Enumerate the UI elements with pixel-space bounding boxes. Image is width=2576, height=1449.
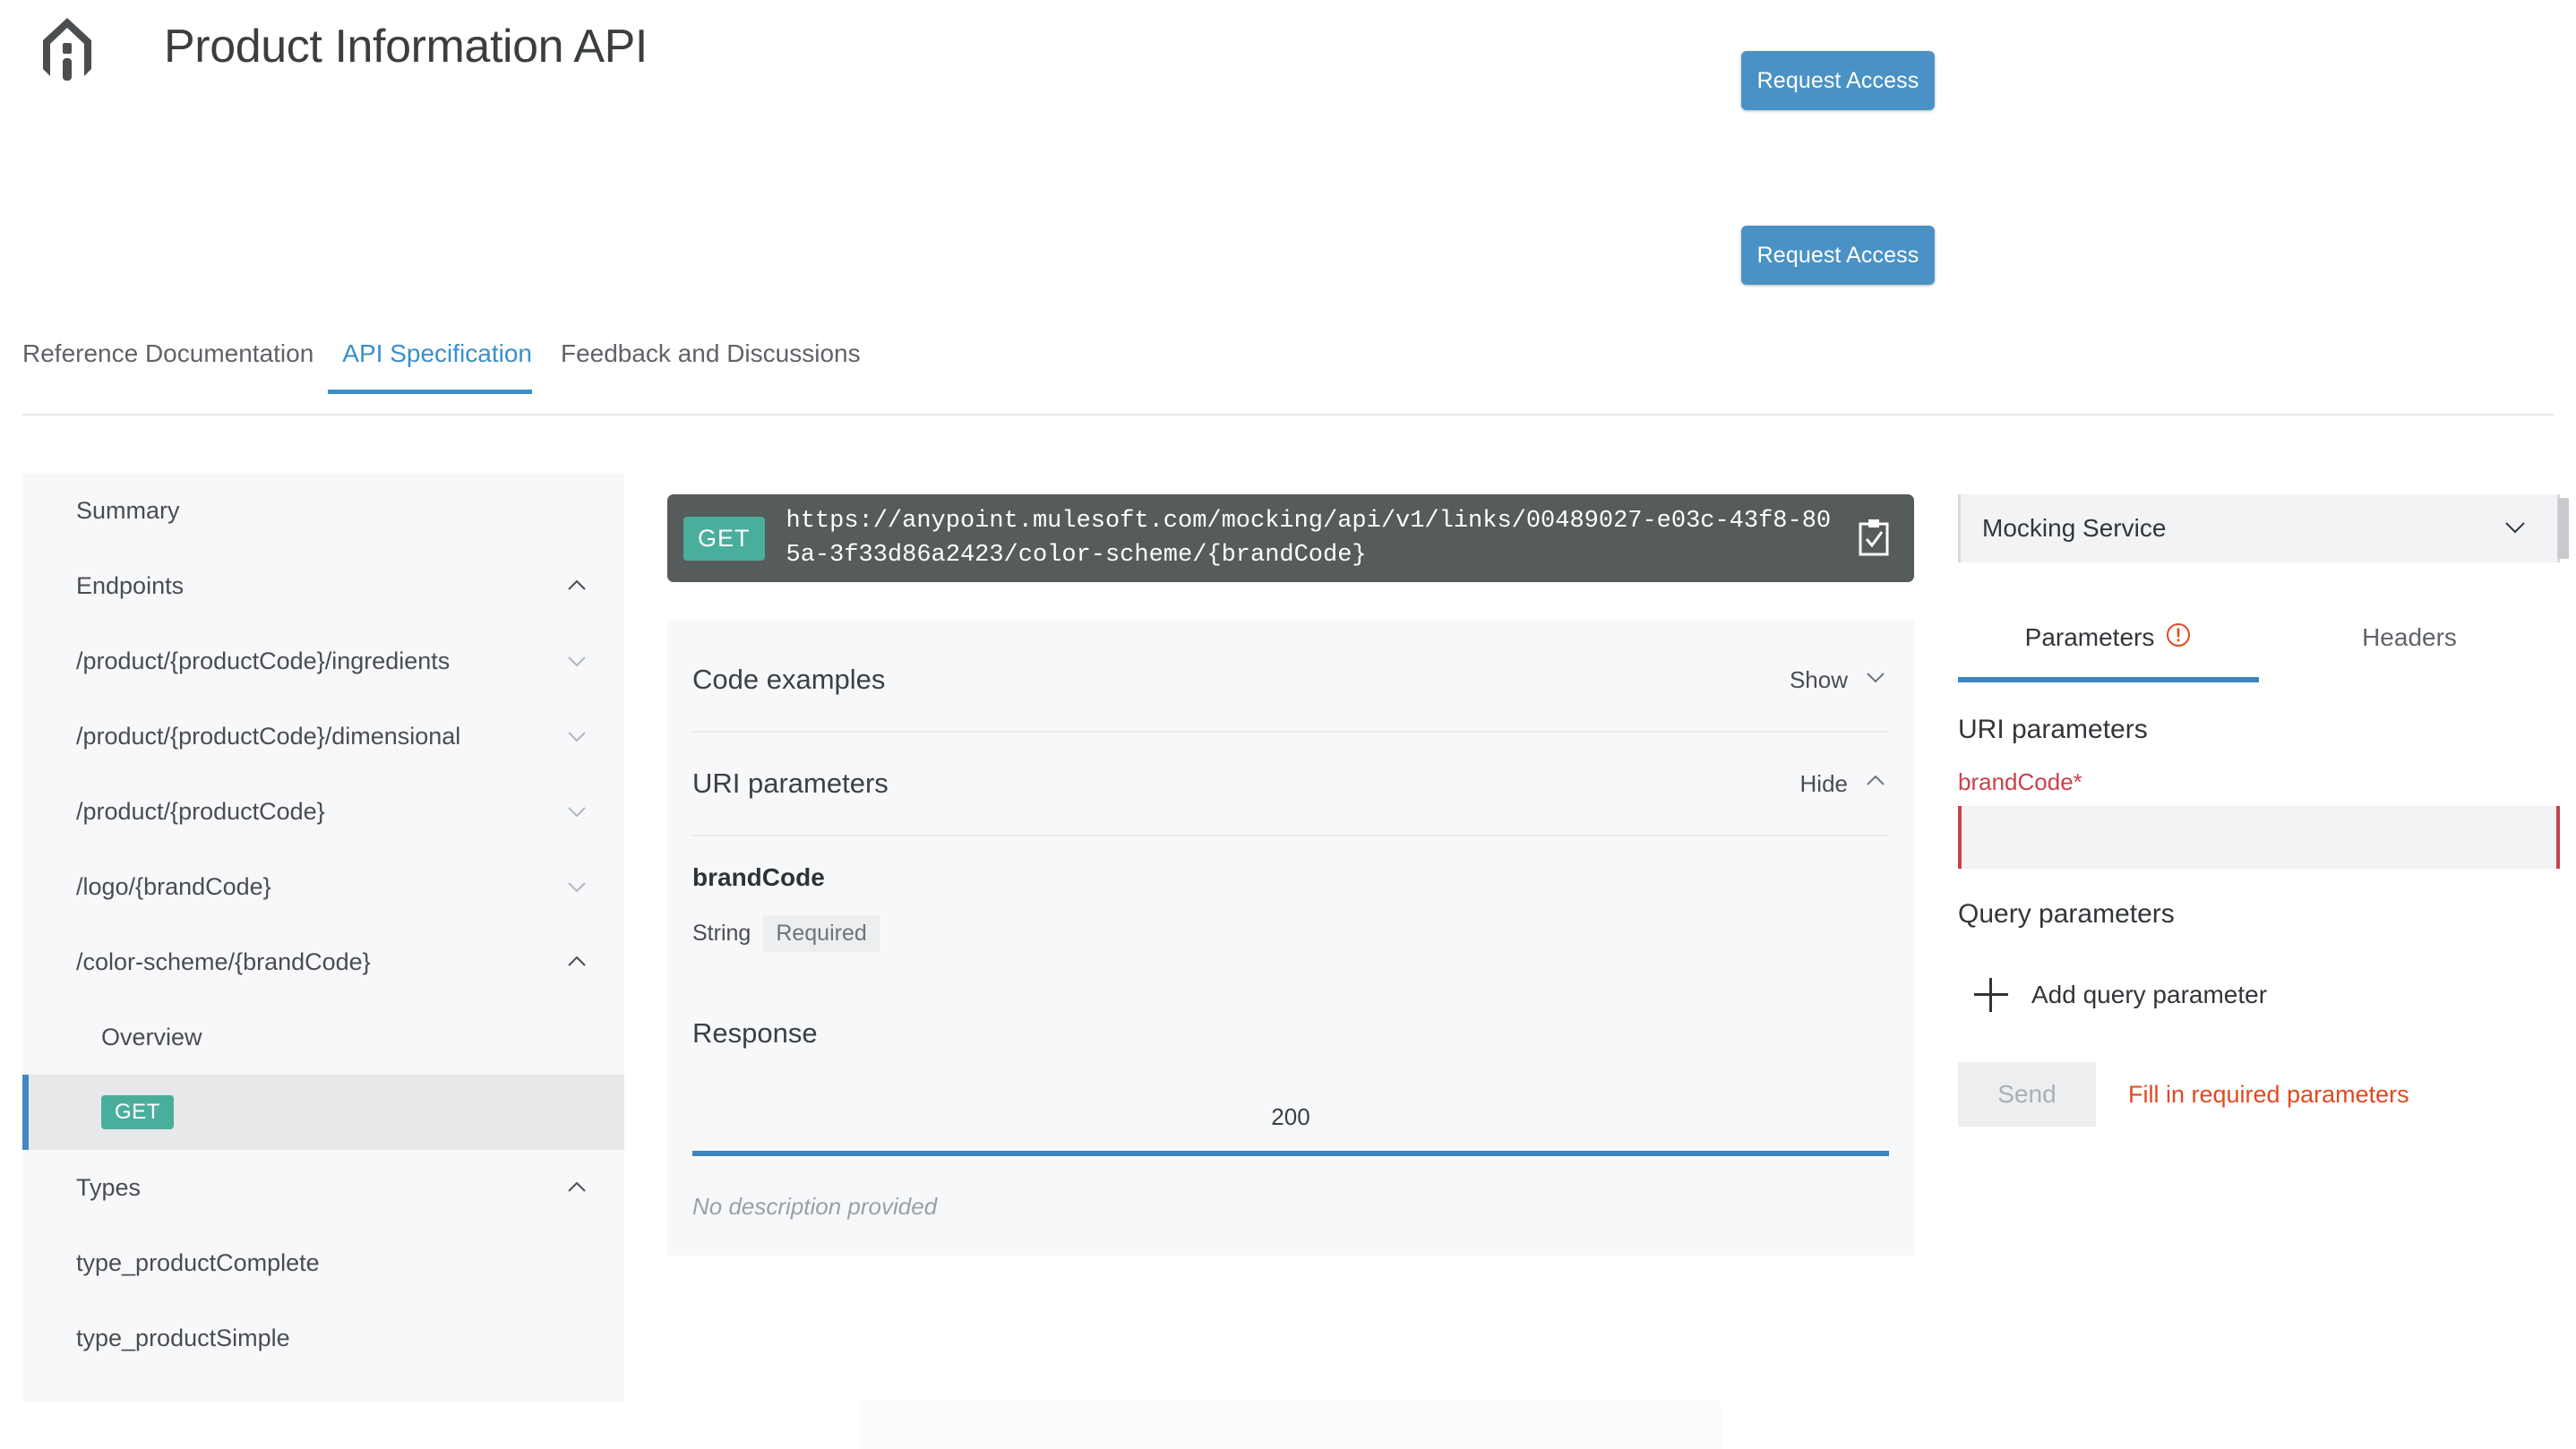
console-tabs: Parameters Headers — [1958, 609, 2560, 682]
uri-parameters-section-header[interactable]: URI parameters Hide — [692, 733, 1889, 836]
console-uri-parameters-heading: URI parameters — [1958, 715, 2148, 744]
sidebar-item-label: type_productComplete — [76, 1248, 320, 1276]
chevron-down-icon — [563, 723, 590, 750]
sidebar-item-color-scheme[interactable]: /color-scheme/{brandCode} — [22, 924, 624, 999]
uri-parameters-toggle-label: Hide — [1799, 769, 1848, 797]
page-title: Product Information API — [164, 21, 648, 73]
response-description: No description provided — [692, 1193, 938, 1220]
endpoint-detail-panel: GET https://anypoint.mulesoft.com/mockin… — [667, 494, 1914, 1449]
parameter-meta: String Required — [692, 915, 880, 952]
sidebar-item-label: /product/{productCode} — [76, 797, 325, 825]
brandcode-input[interactable] — [1958, 806, 2560, 869]
brandcode-field-label: brandCode* — [1958, 768, 2082, 795]
parameter-required-badge: Required — [763, 915, 880, 952]
request-access-button-primary[interactable]: Request Access — [1741, 51, 1935, 110]
tab-headers-label: Headers — [2362, 623, 2457, 651]
sidebar-item-types[interactable]: Types — [22, 1150, 624, 1225]
method-badge-get: GET — [101, 1095, 174, 1129]
chevron-down-icon — [563, 873, 590, 900]
code-examples-title: Code examples — [692, 664, 886, 695]
sidebar-item-type-product-complete[interactable]: type_productComplete — [22, 1225, 624, 1300]
sidebar-item-type-product-simple[interactable]: type_productSimple — [22, 1300, 624, 1376]
send-request-row: Send Fill in required parameters — [1958, 1062, 2409, 1127]
exclamation-circle-icon — [2165, 622, 2192, 655]
plus-icon — [1974, 978, 2008, 1012]
sidebar-item-label: Endpoints — [76, 571, 185, 599]
chevron-up-icon — [563, 948, 590, 975]
method-badge-get: GET — [683, 516, 765, 561]
tab-headers[interactable]: Headers — [2259, 609, 2560, 682]
collapsed-lower-panel — [860, 1399, 1722, 1449]
clipboard-check-icon[interactable] — [1853, 516, 1894, 561]
sidebar-item-get-color-scheme[interactable]: GET — [22, 1075, 624, 1150]
sidebar-item-label: Overview — [101, 1023, 202, 1050]
code-examples-toggle[interactable]: Show — [1790, 664, 1889, 697]
sidebar-item-product[interactable]: /product/{productCode} — [22, 774, 624, 849]
code-examples-section-header[interactable]: Code examples Show — [692, 629, 1889, 733]
response-section-title: Response — [692, 1017, 818, 1049]
chevron-down-icon — [563, 798, 590, 825]
parameter-type: String — [692, 921, 751, 946]
tab-feedback-and-discussions[interactable]: Feedback and Discussions — [546, 333, 875, 394]
send-validation-hint: Fill in required parameters — [2128, 1080, 2409, 1108]
endpoint-url-bar: GET https://anypoint.mulesoft.com/mockin… — [667, 494, 1914, 582]
page-header: Product Information API Request Access R… — [0, 0, 2576, 330]
sidebar-item-label: /color-scheme/{brandCode} — [76, 947, 371, 975]
api-navigation-sidebar[interactable]: Summary Endpoints /product/{productCode}… — [22, 473, 624, 1402]
response-status-tab-200[interactable]: 200 — [692, 1103, 1889, 1151]
tab-api-specification[interactable]: API Specification — [328, 333, 546, 394]
chevron-up-icon — [563, 572, 590, 599]
sidebar-item-endpoints[interactable]: Endpoints — [22, 548, 624, 623]
sidebar-item-logo[interactable]: /logo/{brandCode} — [22, 849, 624, 924]
sidebar-item-product-dimensional[interactable]: /product/{productCode}/dimensional — [22, 699, 624, 774]
tab-parameters-label: Parameters — [2024, 623, 2155, 651]
response-status-tabs: 200 — [692, 1103, 1889, 1156]
add-query-parameter-label: Add query parameter — [2031, 981, 2268, 1008]
uri-parameters-title: URI parameters — [692, 767, 889, 799]
sidebar-item-label: Types — [76, 1173, 142, 1201]
sidebar-item-label: Summary — [76, 496, 180, 524]
tabbar-divider — [22, 414, 2554, 416]
sidebar-item-product-ingredients[interactable]: /product/{productCode}/ingredients — [22, 623, 624, 699]
console-query-parameters-heading: Query parameters — [1958, 899, 2175, 929]
mocking-service-select[interactable]: Mocking Service — [1958, 494, 2560, 562]
request-access-button-secondary[interactable]: Request Access — [1741, 226, 1935, 285]
tab-reference-documentation[interactable]: Reference Documentation — [22, 333, 328, 394]
sidebar-item-summary[interactable]: Summary — [22, 473, 624, 548]
code-examples-toggle-label: Show — [1789, 665, 1848, 693]
chevron-down-icon — [2500, 511, 2530, 546]
sidebar-item-label: type_productSimple — [76, 1324, 290, 1351]
chevron-up-icon — [1862, 767, 1889, 801]
mocking-service-value: Mocking Service — [1982, 514, 2167, 542]
response-status-tab-underline — [692, 1151, 1889, 1156]
tab-parameters[interactable]: Parameters — [1958, 609, 2259, 682]
endpoint-detail-card: Code examples Show URI parameters Hide b… — [667, 620, 1914, 1256]
house-info-logo-icon — [39, 13, 95, 83]
console-scrollbar-thumb[interactable] — [2558, 498, 2569, 559]
chevron-down-icon — [1862, 664, 1889, 697]
sidebar-item-label: /product/{productCode}/dimensional — [76, 722, 461, 750]
chevron-down-icon — [563, 647, 590, 674]
chevron-up-icon — [563, 1174, 590, 1201]
sidebar-item-overview[interactable]: Overview — [22, 999, 624, 1075]
sidebar-item-label: /logo/{brandCode} — [76, 872, 271, 900]
add-query-parameter-button[interactable]: Add query parameter — [1974, 978, 2267, 1012]
api-console-panel: Mocking Service Parameters Headers URI p… — [1958, 494, 2576, 1402]
sidebar-item-label: /product/{productCode}/ingredients — [76, 647, 451, 674]
endpoint-url-text: https://anypoint.mulesoft.com/mocking/ap… — [786, 508, 1832, 569]
uri-parameters-toggle[interactable]: Hide — [1800, 767, 1889, 801]
parameter-name: brandCode — [692, 863, 825, 891]
send-button[interactable]: Send — [1958, 1062, 2096, 1127]
documentation-tabbar: Reference Documentation API Specificatio… — [0, 333, 2576, 416]
